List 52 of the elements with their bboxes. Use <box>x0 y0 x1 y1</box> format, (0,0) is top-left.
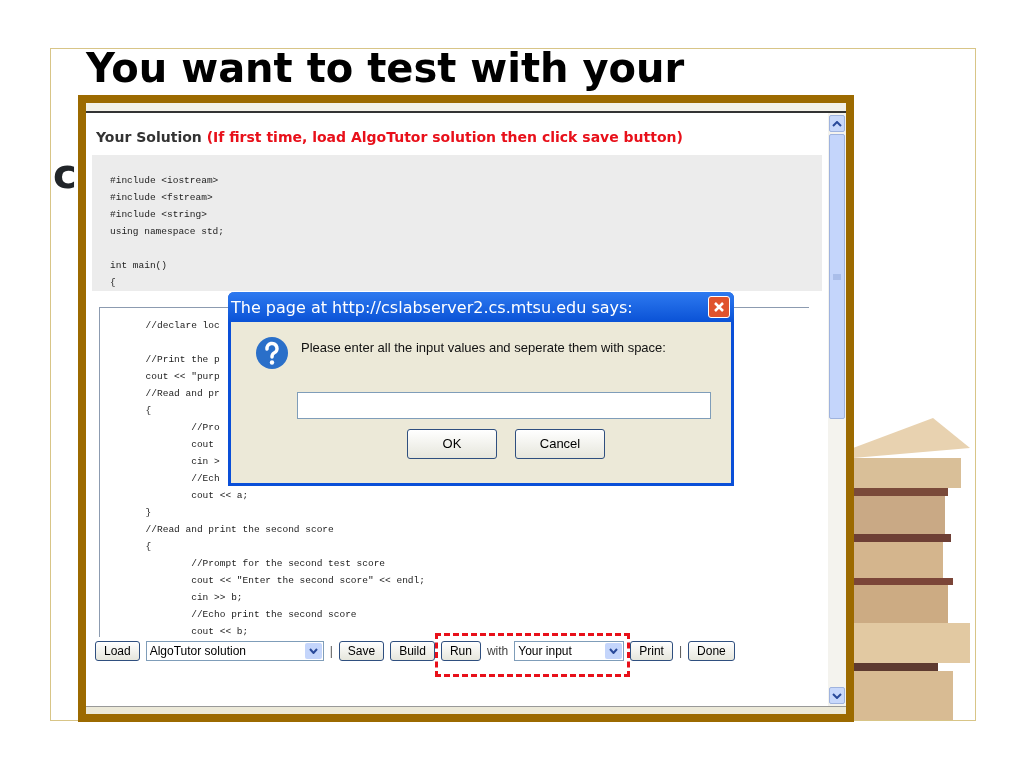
code-line: //Echo print the second score <box>190 608 357 622</box>
code-line: //declare loc <box>144 319 220 333</box>
code-line: #include <string> <box>110 208 207 222</box>
close-icon <box>713 301 725 313</box>
toolbar-button[interactable]: Build <box>390 641 435 661</box>
vertical-scrollbar[interactable] <box>828 113 846 706</box>
code-line: cout << b; <box>190 625 249 637</box>
separator-text: | <box>678 644 683 658</box>
dialog-button[interactable]: Cancel <box>515 429 605 459</box>
close-button[interactable] <box>708 296 730 318</box>
code-line: { <box>110 276 116 290</box>
code-line: cin >> b; <box>190 591 243 605</box>
code-line: { <box>144 540 152 554</box>
code-line: cout << "purp <box>144 370 220 384</box>
code-line: cout << a; <box>190 489 249 503</box>
code-line: #include <iostream> <box>110 174 219 188</box>
separator-text: | <box>329 644 333 658</box>
dialog-message: Please enter all the input values and seperate them with space: <box>301 339 666 355</box>
caret-icon <box>609 648 619 654</box>
section-heading: Your Solution (If first time, load AlgoTutor solution then click save button) <box>96 129 684 145</box>
code-line: cin > <box>190 455 220 469</box>
dropdown[interactable]: Your input <box>514 641 625 661</box>
scroll-down-icon <box>832 692 842 699</box>
code-line: int main() <box>110 259 167 273</box>
dropdown[interactable]: AlgoTutor solution <box>145 641 324 661</box>
code-line: #include <fstream> <box>110 191 213 205</box>
slide-title: You want to test with your <box>86 44 685 92</box>
code-line: using namespace std; <box>110 225 225 239</box>
dialog-title: The page at http://cslabserver2.cs.mtsu.edu says: <box>231 297 633 317</box>
code-line: //Read and print the second score <box>144 523 334 537</box>
slide-title-fragment: c <box>53 150 77 198</box>
code-line: cout << "Enter the second score" << endl; <box>190 574 425 588</box>
code-line: cout <box>190 438 215 452</box>
input-field[interactable] <box>297 392 711 419</box>
with-label: with <box>486 644 509 658</box>
code-line: //Read and pr <box>144 387 220 401</box>
code-line: //Pro <box>190 421 220 435</box>
toolbar-button[interactable]: Run <box>440 641 481 661</box>
code-line: } <box>144 506 152 520</box>
dialog-button[interactable]: OK <box>407 429 497 459</box>
code-line: //Ech <box>190 472 220 486</box>
toolbar-button[interactable]: Done <box>688 641 735 661</box>
question-icon <box>255 336 289 370</box>
toolbar-button[interactable]: Save <box>338 641 385 661</box>
caret-icon <box>308 648 318 654</box>
code-line: //Prompt for the second test score <box>190 557 386 571</box>
toolbar-button[interactable]: Load <box>95 641 140 661</box>
grip-icon <box>833 273 841 280</box>
code-line: //Print the p <box>144 353 220 367</box>
scroll-up-icon <box>832 120 842 127</box>
code-line: { <box>144 404 152 418</box>
toolbar-button[interactable]: Print <box>630 641 673 661</box>
